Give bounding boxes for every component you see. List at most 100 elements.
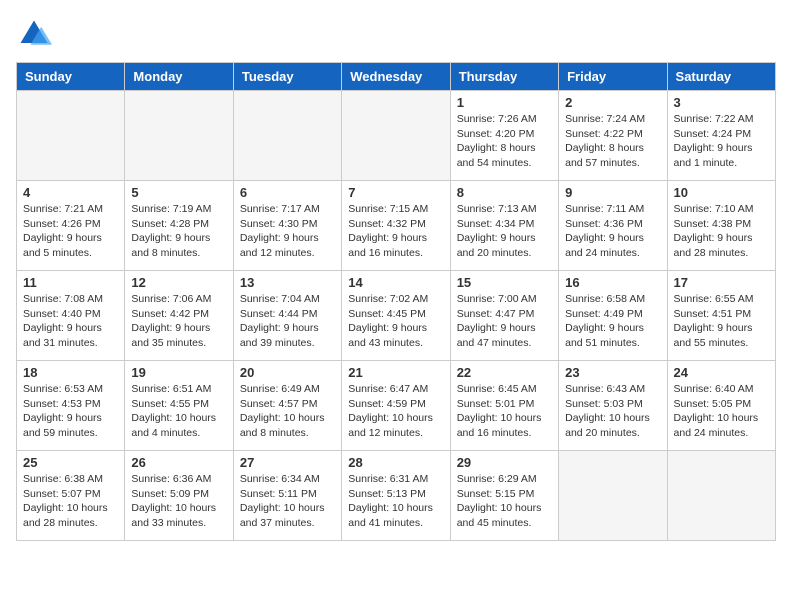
calendar-week-row: 11Sunrise: 7:08 AMSunset: 4:40 PMDayligh…	[17, 271, 776, 361]
calendar-cell: 29 Sunrise: 6:29 AMSunset: 5:15 PMDayligh…	[450, 451, 558, 541]
calendar-cell: 14 Sunrise: 7:02 AMSunset: 4:45 PMDayligh…	[342, 271, 450, 361]
calendar-cell	[233, 91, 341, 181]
day-number: 19	[131, 365, 226, 380]
day-number: 20	[240, 365, 335, 380]
day-info: Sunrise: 6:55 AMSunset: 4:51 PMDaylight:…	[674, 292, 769, 351]
day-number: 10	[674, 185, 769, 200]
day-number: 3	[674, 95, 769, 110]
calendar-cell: 12 Sunrise: 7:06 AMSunset: 4:42 PMDayligh…	[125, 271, 233, 361]
calendar-cell: 27 Sunrise: 6:34 AMSunset: 5:11 PMDayligh…	[233, 451, 341, 541]
calendar-cell: 4 Sunrise: 7:21 AMSunset: 4:26 PMDaylight…	[17, 181, 125, 271]
calendar-cell: 15 Sunrise: 7:00 AMSunset: 4:47 PMDayligh…	[450, 271, 558, 361]
day-info: Sunrise: 7:19 AMSunset: 4:28 PMDaylight:…	[131, 202, 226, 261]
calendar-cell: 22 Sunrise: 6:45 AMSunset: 5:01 PMDayligh…	[450, 361, 558, 451]
day-info: Sunrise: 7:24 AMSunset: 4:22 PMDaylight:…	[565, 112, 660, 171]
day-number: 7	[348, 185, 443, 200]
calendar-week-row: 1 Sunrise: 7:26 AMSunset: 4:20 PMDaylight…	[17, 91, 776, 181]
day-info: Sunrise: 7:22 AMSunset: 4:24 PMDaylight:…	[674, 112, 769, 171]
day-number: 18	[23, 365, 118, 380]
calendar-cell: 24 Sunrise: 6:40 AMSunset: 5:05 PMDayligh…	[667, 361, 775, 451]
day-info: Sunrise: 7:02 AMSunset: 4:45 PMDaylight:…	[348, 292, 443, 351]
day-info: Sunrise: 7:06 AMSunset: 4:42 PMDaylight:…	[131, 292, 226, 351]
calendar-header-row: SundayMondayTuesdayWednesdayThursdayFrid…	[17, 63, 776, 91]
day-number: 14	[348, 275, 443, 290]
day-number: 27	[240, 455, 335, 470]
day-info: Sunrise: 7:11 AMSunset: 4:36 PMDaylight:…	[565, 202, 660, 261]
calendar-cell: 13 Sunrise: 7:04 AMSunset: 4:44 PMDayligh…	[233, 271, 341, 361]
day-info: Sunrise: 6:49 AMSunset: 4:57 PMDaylight:…	[240, 382, 335, 441]
page-header	[16, 16, 776, 52]
day-number: 23	[565, 365, 660, 380]
day-number: 11	[23, 275, 118, 290]
calendar-cell: 25 Sunrise: 6:38 AMSunset: 5:07 PMDayligh…	[17, 451, 125, 541]
calendar-cell: 23 Sunrise: 6:43 AMSunset: 5:03 PMDayligh…	[559, 361, 667, 451]
day-info: Sunrise: 6:45 AMSunset: 5:01 PMDaylight:…	[457, 382, 552, 441]
calendar-cell: 18 Sunrise: 6:53 AMSunset: 4:53 PMDayligh…	[17, 361, 125, 451]
day-number: 29	[457, 455, 552, 470]
day-of-week-header: Sunday	[17, 63, 125, 91]
calendar-cell: 17Sunrise: 6:55 AMSunset: 4:51 PMDayligh…	[667, 271, 775, 361]
day-info: Sunrise: 6:29 AMSunset: 5:15 PMDaylight:…	[457, 472, 552, 531]
day-number: 26	[131, 455, 226, 470]
calendar-cell: 1 Sunrise: 7:26 AMSunset: 4:20 PMDaylight…	[450, 91, 558, 181]
day-number: 1	[457, 95, 552, 110]
day-number: 15	[457, 275, 552, 290]
day-info: Sunrise: 7:04 AMSunset: 4:44 PMDaylight:…	[240, 292, 335, 351]
day-info: Sunrise: 6:53 AMSunset: 4:53 PMDaylight:…	[23, 382, 118, 441]
calendar-cell	[342, 91, 450, 181]
day-info: Sunrise: 7:26 AMSunset: 4:20 PMDaylight:…	[457, 112, 552, 171]
day-info: Sunrise: 6:31 AMSunset: 5:13 PMDaylight:…	[348, 472, 443, 531]
calendar-cell: 5 Sunrise: 7:19 AMSunset: 4:28 PMDaylight…	[125, 181, 233, 271]
calendar-cell: 3 Sunrise: 7:22 AMSunset: 4:24 PMDaylight…	[667, 91, 775, 181]
calendar-table: SundayMondayTuesdayWednesdayThursdayFrid…	[16, 62, 776, 541]
logo	[16, 16, 58, 52]
logo-icon	[16, 16, 52, 52]
day-number: 28	[348, 455, 443, 470]
day-of-week-header: Monday	[125, 63, 233, 91]
day-of-week-header: Tuesday	[233, 63, 341, 91]
day-of-week-header: Wednesday	[342, 63, 450, 91]
day-info: Sunrise: 6:58 AMSunset: 4:49 PMDaylight:…	[565, 292, 660, 351]
calendar-cell: 16 Sunrise: 6:58 AMSunset: 4:49 PMDayligh…	[559, 271, 667, 361]
calendar-cell: 6 Sunrise: 7:17 AMSunset: 4:30 PMDaylight…	[233, 181, 341, 271]
calendar-cell: 26 Sunrise: 6:36 AMSunset: 5:09 PMDayligh…	[125, 451, 233, 541]
day-number: 2	[565, 95, 660, 110]
day-info: Sunrise: 6:36 AMSunset: 5:09 PMDaylight:…	[131, 472, 226, 531]
calendar-cell: 9Sunrise: 7:11 AMSunset: 4:36 PMDaylight…	[559, 181, 667, 271]
calendar-cell: 8Sunrise: 7:13 AMSunset: 4:34 PMDaylight…	[450, 181, 558, 271]
calendar-cell: 21Sunrise: 6:47 AMSunset: 4:59 PMDayligh…	[342, 361, 450, 451]
day-info: Sunrise: 7:17 AMSunset: 4:30 PMDaylight:…	[240, 202, 335, 261]
day-number: 13	[240, 275, 335, 290]
day-number: 24	[674, 365, 769, 380]
day-info: Sunrise: 6:34 AMSunset: 5:11 PMDaylight:…	[240, 472, 335, 531]
calendar-week-row: 18 Sunrise: 6:53 AMSunset: 4:53 PMDayligh…	[17, 361, 776, 451]
day-of-week-header: Saturday	[667, 63, 775, 91]
day-number: 4	[23, 185, 118, 200]
day-info: Sunrise: 6:51 AMSunset: 4:55 PMDaylight:…	[131, 382, 226, 441]
day-info: Sunrise: 6:40 AMSunset: 5:05 PMDaylight:…	[674, 382, 769, 441]
calendar-cell	[559, 451, 667, 541]
calendar-cell	[125, 91, 233, 181]
calendar-cell: 11Sunrise: 7:08 AMSunset: 4:40 PMDayligh…	[17, 271, 125, 361]
day-info: Sunrise: 6:38 AMSunset: 5:07 PMDaylight:…	[23, 472, 118, 531]
day-number: 16	[565, 275, 660, 290]
day-info: Sunrise: 7:21 AMSunset: 4:26 PMDaylight:…	[23, 202, 118, 261]
day-of-week-header: Friday	[559, 63, 667, 91]
day-number: 12	[131, 275, 226, 290]
day-info: Sunrise: 6:43 AMSunset: 5:03 PMDaylight:…	[565, 382, 660, 441]
calendar-cell: 10 Sunrise: 7:10 AMSunset: 4:38 PMDayligh…	[667, 181, 775, 271]
calendar-week-row: 4 Sunrise: 7:21 AMSunset: 4:26 PMDaylight…	[17, 181, 776, 271]
day-number: 22	[457, 365, 552, 380]
day-number: 6	[240, 185, 335, 200]
day-number: 8	[457, 185, 552, 200]
calendar-cell: 2 Sunrise: 7:24 AMSunset: 4:22 PMDaylight…	[559, 91, 667, 181]
day-of-week-header: Thursday	[450, 63, 558, 91]
calendar-cell: 28 Sunrise: 6:31 AMSunset: 5:13 PMDayligh…	[342, 451, 450, 541]
calendar-cell: 7Sunrise: 7:15 AMSunset: 4:32 PMDaylight…	[342, 181, 450, 271]
day-number: 21	[348, 365, 443, 380]
day-number: 5	[131, 185, 226, 200]
day-info: Sunrise: 7:00 AMSunset: 4:47 PMDaylight:…	[457, 292, 552, 351]
day-info: Sunrise: 7:10 AMSunset: 4:38 PMDaylight:…	[674, 202, 769, 261]
day-number: 25	[23, 455, 118, 470]
calendar-week-row: 25 Sunrise: 6:38 AMSunset: 5:07 PMDayligh…	[17, 451, 776, 541]
